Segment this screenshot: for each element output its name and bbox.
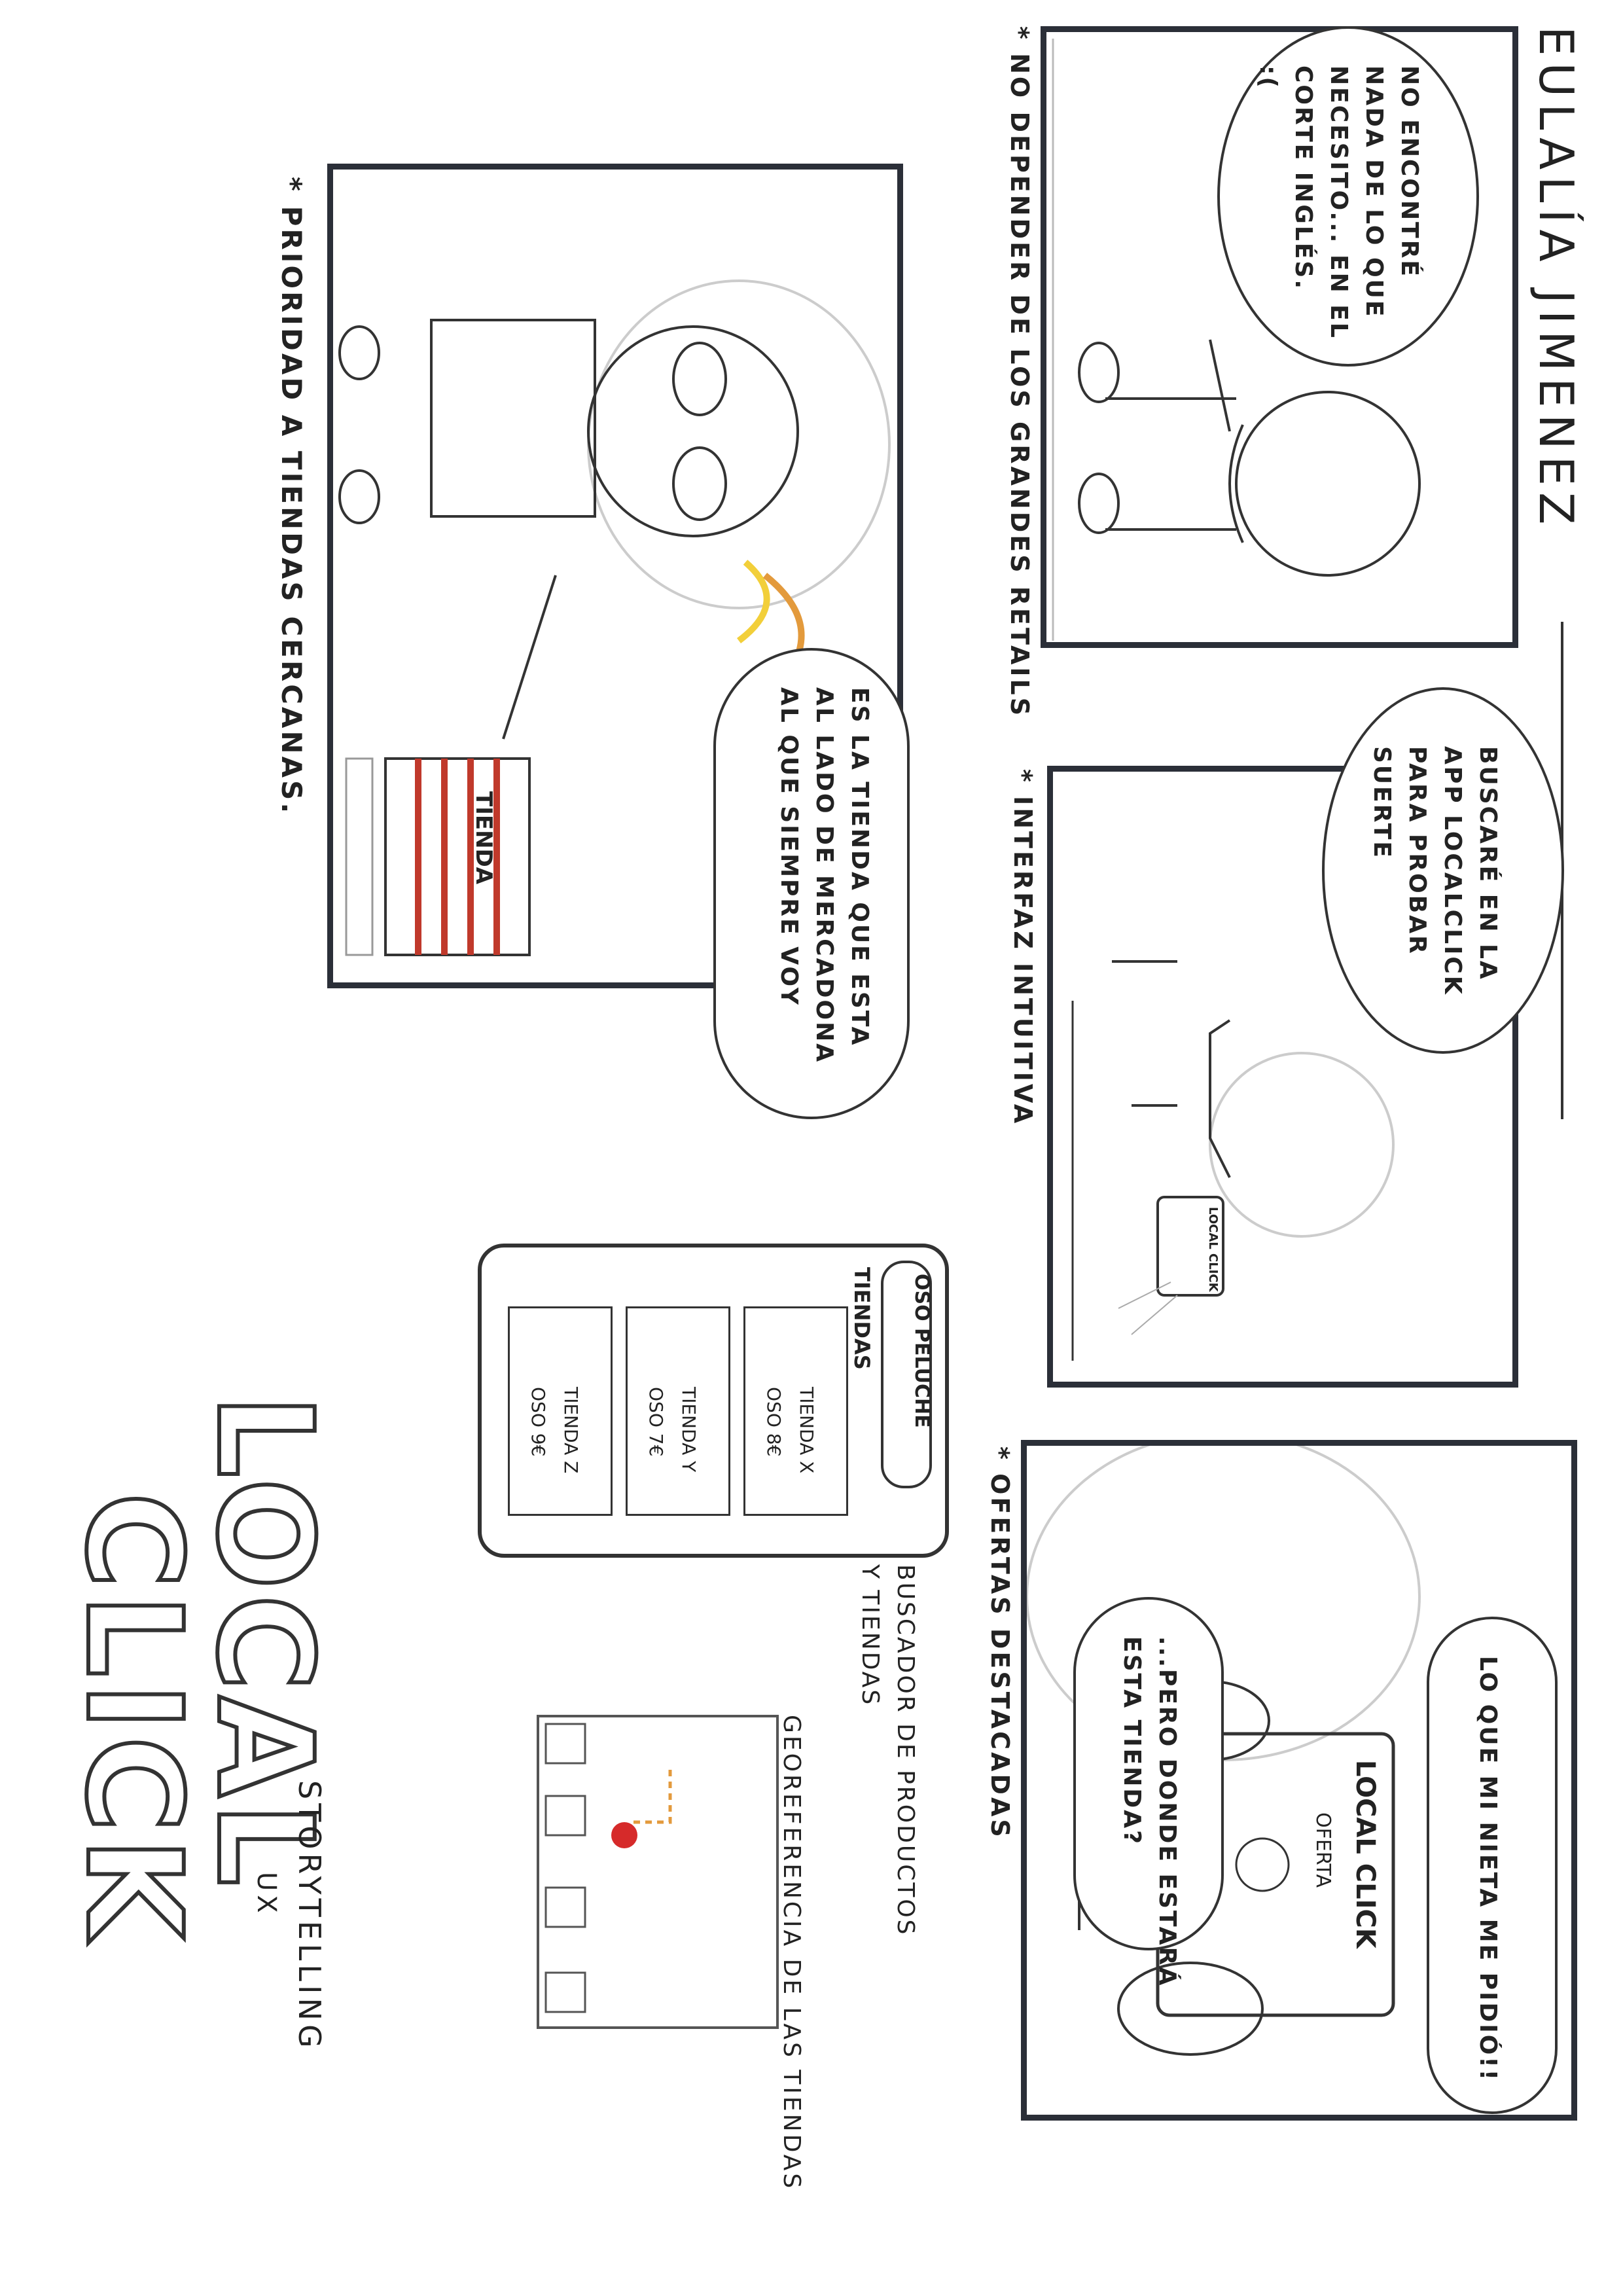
panel-3-caption: * OFERTAS DESTACADAS [986,1446,1014,1840]
subtitle-line-2: UX [251,1872,281,1917]
app-search-input[interactable]: OSO PELUCHE [910,1274,933,1428]
panel-3-phone-offer: OFERTA [1311,1812,1334,1888]
panel-1-caption: * NO DEPENDER DE LOS GRANDES RETAILS [1005,26,1034,719]
panel-2-phone-text: LOCAL CLICK [1206,1207,1220,1292]
store-name: TIENDA Z [560,1387,582,1474]
map-drawing [544,1723,672,2013]
panel-2-caption: * INTERFAZ INTUITIVA [1008,769,1037,1126]
panel-1-bubble-text: NO ENCONTRÉ NADA DE LO QUE NECESITO... E… [1255,65,1423,340]
store-item[interactable]: TIENDA X OSO 8€ [743,1306,848,1516]
panel-2-bubble-text: BUSCARÉ EN LA APP LOCALCLICK PARA PROBAR… [1368,746,1501,996]
panel-4-bubble-text: ES LA TIENDA QUE ESTA AL LADO DE MERCADO… [776,687,873,1064]
panel-3-bubble-1-text: LO QUE MI NIETA ME PIDIÓ!! [1474,1656,1501,2083]
store-price: OSO 9€ [527,1387,549,1457]
store-price: OSO 7€ [645,1387,667,1457]
store-item[interactable]: TIENDA Z OSO 9€ [508,1306,613,1516]
panel-3-phone-title: LOCAL CLICK [1350,1760,1380,1948]
map-mock [537,1715,779,2029]
store-list: TIENDA X OSO 8€ TIENDA Y OSO 7€ TIENDA Z… [508,1306,848,1516]
store-name: TIENDA Y [678,1387,700,1473]
panel-3-bubble-2-text: ...PERO DONDE ESTARÁ ESTA TIENDA? [1118,1636,1181,1988]
store-price: OSO 8€ [763,1387,785,1457]
map-caption: GEOREFERENCIA DE LAS TIENDAS [778,1715,805,2191]
app-mock-caption: BUSCADOR DE PRODUCTOS Y TIENDAS [857,1564,919,1937]
app-section-title: TIENDAS [849,1267,874,1370]
store-item[interactable]: TIENDA Y OSO 7€ [626,1306,730,1516]
store-name: TIENDA X [796,1387,817,1474]
logo-line-2: CLICK [55,1490,211,1946]
subtitle-line-1: STORYTELLING [292,1780,327,2052]
author-name: EULALÍA JIMENEZ [1529,26,1584,531]
panel-4-store-sign: TIENDA [471,791,497,885]
app-search-phone: OSO PELUCHE TIENDAS TIENDA X OSO 8€ TIEN… [478,1244,949,1558]
panel-4-caption: * PRIORIDAD A TIENDAS CERCANAS. [276,177,308,816]
